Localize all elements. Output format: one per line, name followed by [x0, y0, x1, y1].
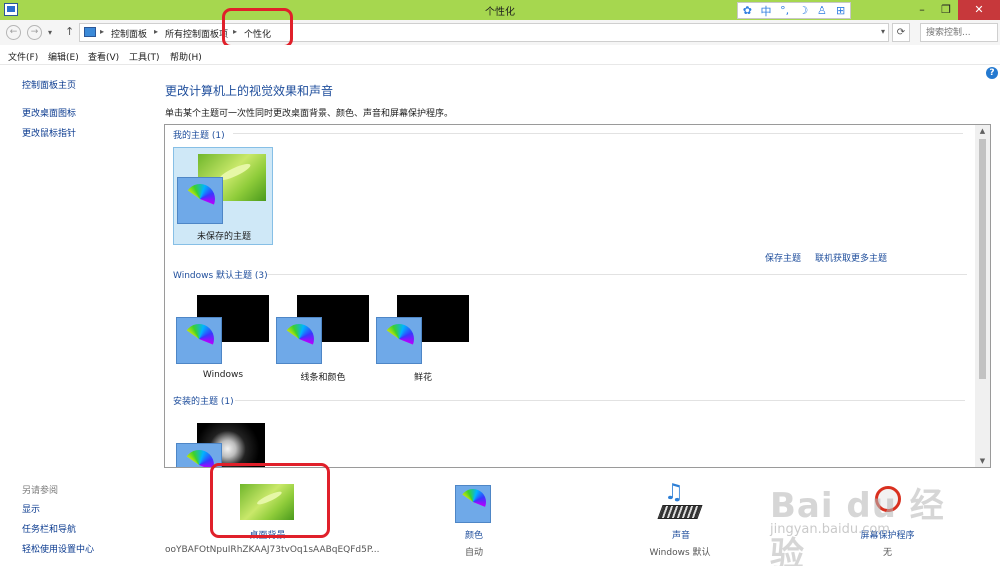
- color-icon: [455, 485, 491, 523]
- close-button[interactable]: ✕: [958, 0, 1000, 20]
- theme-name: 鲜花: [413, 373, 432, 383]
- address-history-chevron-icon[interactable]: ▾: [881, 27, 885, 36]
- breadcrumb-personalization[interactable]: 个性化: [244, 27, 271, 40]
- recent-pages-chevron-icon[interactable]: ▾: [48, 28, 52, 37]
- color-label: 颜色: [464, 531, 483, 541]
- breadcrumb-separator[interactable]: ▸: [100, 27, 104, 36]
- color-fan-icon: [184, 324, 214, 345]
- ime-grid-icon[interactable]: ⊞: [834, 4, 848, 17]
- section-divider: [235, 400, 965, 401]
- menu-view[interactable]: 查看(V): [88, 50, 119, 63]
- theme-lines-and-colors[interactable]: 线条和颜色: [273, 295, 373, 385]
- help-icon[interactable]: ?: [986, 67, 998, 79]
- ime-moon-icon[interactable]: ☽: [796, 4, 810, 17]
- search-input[interactable]: [920, 23, 998, 42]
- change-desktop-icons-link[interactable]: 更改桌面图标: [22, 106, 76, 119]
- theme-list[interactable]: 我的主题 (1) 未保存的主题 保存主题 联机获取更多主题 Windows 默认…: [164, 124, 991, 468]
- color-fan-icon: [185, 184, 215, 205]
- taskbar-navigation-link[interactable]: 任务栏和导航: [22, 522, 76, 535]
- theme-name: Windows: [202, 370, 244, 380]
- forward-button[interactable]: →: [27, 25, 42, 40]
- menu-tools[interactable]: 工具(T): [129, 50, 160, 63]
- baidu-jingyan-watermark: Bai du 经验 jingyan.baidu.com: [770, 470, 970, 566]
- color-setting[interactable]: 颜色: [445, 482, 503, 542]
- installed-themes-header: 安装的主题 (1): [173, 397, 234, 407]
- theme-color-tile: [177, 177, 223, 224]
- ime-chinese-mode[interactable]: 中: [759, 3, 773, 19]
- scroll-up-icon[interactable]: ▲: [975, 127, 990, 135]
- sounds-music-icon: ♫: [664, 480, 684, 505]
- change-mouse-pointer-link[interactable]: 更改鼠标指针: [22, 126, 76, 139]
- scroll-down-icon[interactable]: ▼: [975, 457, 990, 465]
- scroll-thumb[interactable]: [979, 139, 986, 379]
- color-value: 自动: [464, 548, 483, 558]
- theme-unsaved[interactable]: 未保存的主题: [173, 147, 273, 245]
- theme-color-tile: [176, 317, 222, 364]
- refresh-button[interactable]: ⟳: [892, 23, 910, 42]
- my-themes-header: 我的主题 (1): [173, 131, 225, 141]
- page-description: 单击某个主题可一次性同时更改桌面背景、颜色、声音和屏幕保护程序。: [165, 109, 454, 119]
- color-fan-icon: [460, 489, 486, 508]
- desktop-background-value: ooYBAFOtNpuIRhZKAAJ73tvOq1sAABqEQFd5P...: [165, 545, 380, 555]
- menu-bar: 文件(F) 编辑(E) 查看(V) 工具(T) 帮助(H): [0, 45, 1000, 65]
- breadcrumb-all-items[interactable]: 所有控制面板项: [165, 27, 228, 40]
- menu-edit[interactable]: 编辑(E): [48, 50, 79, 63]
- theme-windows[interactable]: Windows: [173, 295, 273, 385]
- theme-color-tile: [376, 317, 422, 364]
- computer-icon: [84, 27, 96, 37]
- breadcrumb-separator[interactable]: ▸: [154, 27, 158, 36]
- sounds-setting[interactable]: ♫ 声音: [650, 480, 712, 542]
- back-button[interactable]: ←: [6, 25, 21, 40]
- save-theme-link[interactable]: 保存主题: [765, 251, 801, 264]
- theme-installed[interactable]: [173, 423, 273, 467]
- theme-color-tile: [276, 317, 322, 364]
- theme-name: 线条和颜色: [300, 373, 346, 383]
- breadcrumb-control-panel[interactable]: 控制面板: [111, 27, 147, 40]
- address-bar: ← → ▾ ↑ ▸ 控制面板 ▸ 所有控制面板项 ▸ 个性化 ▾ ⟳: [0, 20, 1000, 45]
- section-divider: [267, 274, 967, 275]
- ime-user-icon[interactable]: ♙: [815, 4, 829, 17]
- section-divider: [233, 133, 963, 134]
- ease-of-access-link[interactable]: 轻松使用设置中心: [22, 542, 94, 555]
- title-bar: 个性化 ✿ 中 °, ☽ ♙ ⊞ – ❐ ✕: [0, 0, 1000, 20]
- display-link[interactable]: 显示: [22, 502, 40, 515]
- theme-flowers[interactable]: 鲜花: [373, 295, 473, 385]
- desktop-background-label: 桌面背景: [249, 531, 286, 541]
- ime-toolbar[interactable]: ✿ 中 °, ☽ ♙ ⊞: [737, 2, 851, 19]
- page-title: 更改计算机上的视觉效果和声音: [165, 84, 334, 98]
- menu-help[interactable]: 帮助(H): [170, 50, 202, 63]
- desktop-background-icon: [240, 484, 294, 520]
- theme-list-scrollbar[interactable]: ▲ ▼: [975, 125, 990, 467]
- color-fan-icon: [384, 324, 414, 345]
- color-fan-icon: [284, 324, 314, 345]
- breadcrumb-separator[interactable]: ▸: [233, 27, 237, 36]
- windows-default-themes-header: Windows 默认主题 (3): [173, 271, 268, 281]
- watermark-url: jingyan.baidu.com: [770, 522, 890, 537]
- minimize-button[interactable]: –: [910, 0, 934, 20]
- get-more-themes-link[interactable]: 联机获取更多主题: [815, 251, 887, 264]
- theme-color-tile: [176, 443, 222, 467]
- theme-name: 未保存的主题: [196, 232, 251, 242]
- ime-punctuation-icon[interactable]: °,: [778, 4, 792, 17]
- maximize-button[interactable]: ❐: [934, 0, 958, 20]
- sounds-value: Windows 默认: [649, 548, 711, 558]
- color-fan-icon: [184, 450, 214, 467]
- sounds-keyboard-icon: [657, 505, 703, 519]
- ime-paw-icon[interactable]: ✿: [740, 4, 754, 17]
- address-field[interactable]: ▸ 控制面板 ▸ 所有控制面板项 ▸ 个性化 ▾: [79, 23, 889, 42]
- desktop-background-setting[interactable]: 桌面背景: [200, 478, 345, 541]
- control-panel-home-link[interactable]: 控制面板主页: [22, 78, 76, 91]
- up-button[interactable]: ↑: [65, 25, 74, 38]
- menu-file[interactable]: 文件(F): [8, 50, 38, 63]
- see-also-label: 另请参阅: [22, 486, 59, 496]
- sounds-label: 声音: [671, 531, 690, 541]
